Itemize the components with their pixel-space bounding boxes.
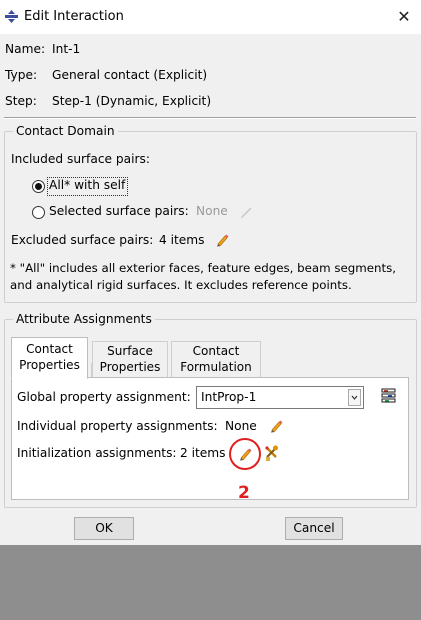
tab-contact-properties-line1: Contact — [26, 342, 73, 356]
step-value: Step-1 (Dynamic, Explicit) — [52, 94, 212, 108]
title-bar: Edit Interaction ✕ — [0, 0, 421, 34]
tab-surface-properties[interactable]: Surface Properties — [92, 341, 168, 378]
tab-contact-properties[interactable]: Contact Properties — [11, 337, 88, 379]
ok-button[interactable]: OK — [74, 517, 134, 540]
tab-surface-properties-line2: Properties — [99, 360, 161, 374]
chevron-down-icon[interactable] — [348, 389, 361, 406]
separator — [4, 117, 416, 119]
initialization-assignments-value: 2 items — [180, 446, 226, 460]
edit-interaction-dialog: Edit Interaction ✕ Name: Int-1 Type: Gen… — [0, 0, 421, 545]
global-property-value: IntProp-1 — [201, 390, 257, 404]
individual-property-assignments-value: None — [225, 419, 257, 433]
excluded-surface-pairs-value: 4 items — [159, 233, 205, 247]
name-value: Int-1 — [52, 42, 81, 56]
contact-domain-legend: Contact Domain — [16, 124, 115, 138]
type-label: Type: — [5, 68, 38, 82]
abaqus-interaction-icon — [5, 10, 18, 23]
included-surface-pairs-label: Included surface pairs: — [11, 152, 150, 166]
annotation-number: 2 — [238, 483, 250, 503]
note-line-2: and analytical rigid surfaces. It exclud… — [10, 278, 352, 292]
background-area — [0, 545, 421, 620]
step-label: Step: — [5, 94, 37, 108]
cancel-button[interactable]: Cancel — [285, 517, 343, 540]
disabled-pencil-icon — [240, 207, 252, 219]
global-property-assignment-label: Global property assignment: — [17, 390, 191, 404]
option-selected-surface-pairs-label[interactable]: Selected surface pairs: — [49, 204, 189, 218]
excluded-pairs-pencil-edit-icon[interactable] — [214, 233, 230, 247]
annotation-circle — [229, 438, 261, 470]
property-manager-icon[interactable] — [381, 388, 396, 404]
individual-pencil-edit-icon[interactable] — [268, 419, 284, 433]
attribute-assignments-legend: Attribute Assignments — [16, 312, 152, 326]
selected-surface-pairs-value: None — [196, 204, 228, 218]
global-property-select[interactable]: IntProp-1 — [196, 386, 364, 409]
initialization-tool-icon[interactable] — [263, 444, 280, 462]
tab-contact-properties-line2: Properties — [19, 358, 80, 372]
radio-all-with-self[interactable] — [32, 180, 45, 193]
initialization-assignments-label: Initialization assignments: — [17, 446, 177, 460]
tab-contact-formulation-line1: Contact — [192, 344, 240, 358]
dialog-title: Edit Interaction — [24, 9, 124, 24]
name-label: Name: — [5, 42, 46, 56]
tab-surface-properties-line1: Surface — [107, 344, 153, 358]
radio-selected-surface-pairs[interactable] — [32, 206, 45, 219]
tab-contact-formulation-line2: Formulation — [180, 360, 252, 374]
individual-property-assignments-label: Individual property assignments: — [17, 419, 218, 433]
close-icon[interactable]: ✕ — [392, 6, 416, 28]
excluded-surface-pairs-label: Excluded surface pairs: — [11, 233, 154, 247]
option-all-with-self-label[interactable]: All* with self — [49, 178, 125, 192]
tab-contact-formulation[interactable]: Contact Formulation — [171, 341, 261, 378]
type-value: General contact (Explicit) — [52, 68, 208, 82]
note-line-1: * "All" includes all exterior faces, fea… — [10, 261, 397, 275]
